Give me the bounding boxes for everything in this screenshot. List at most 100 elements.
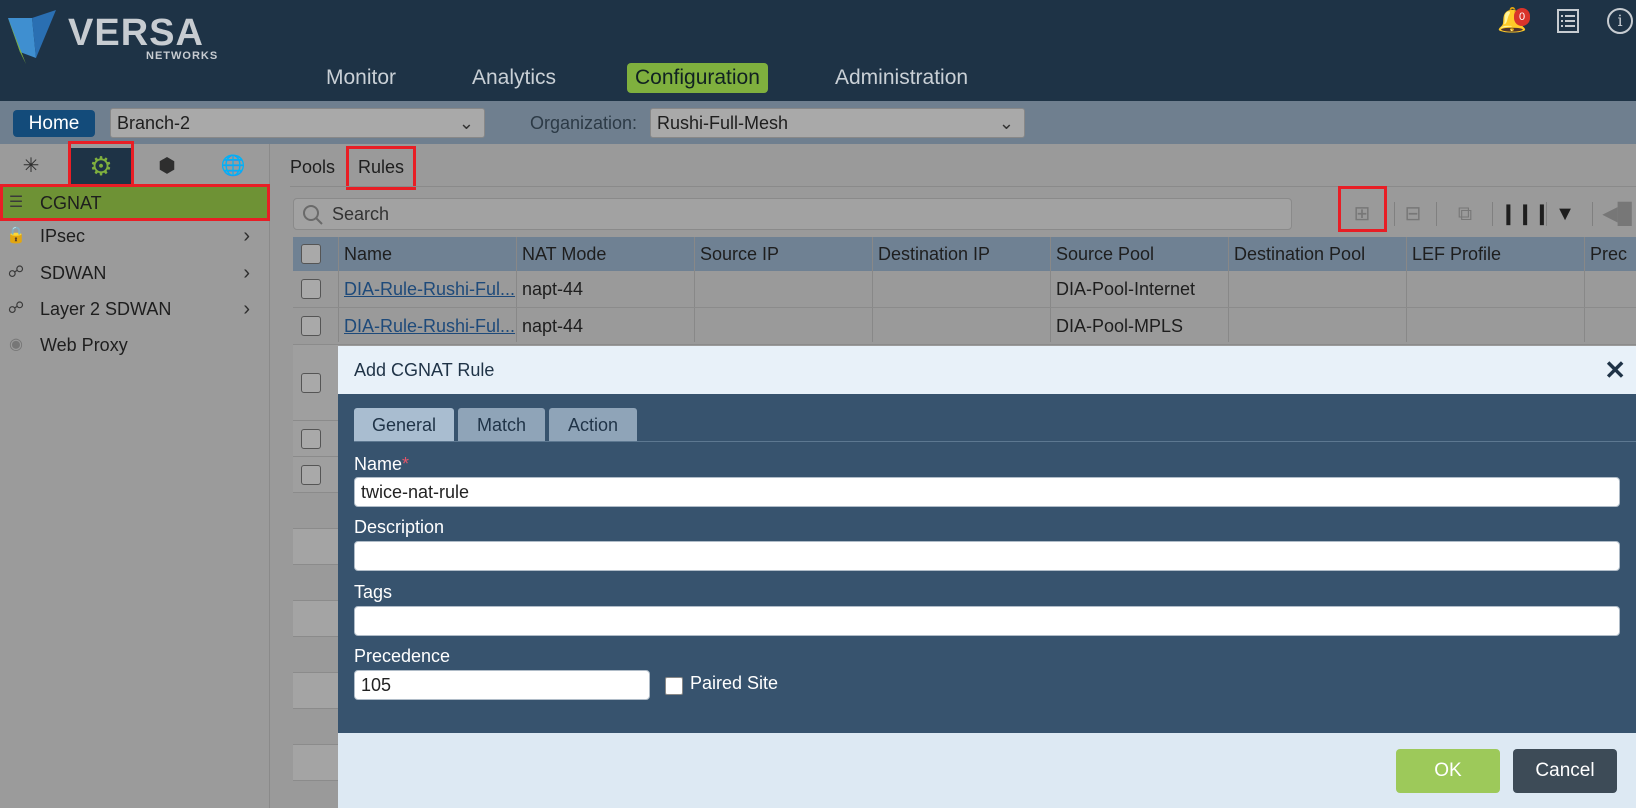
export-button[interactable]: ◀█ xyxy=(1598,198,1636,230)
rule-name-link[interactable]: DIA-Rule-Rushi-Ful... xyxy=(338,272,516,306)
nat-mode-cell: napt-44 xyxy=(522,279,584,299)
clone-button[interactable]: ⧉ xyxy=(1450,198,1480,230)
paired-site-checkbox[interactable] xyxy=(665,677,683,695)
chevron-right-icon: › xyxy=(243,262,250,284)
rule-name-text[interactable]: DIA-Rule-Rushi-Ful... xyxy=(344,279,515,299)
row-checkbox[interactable] xyxy=(301,465,321,485)
description-label: Description xyxy=(354,517,445,537)
tab-action[interactable]: Action xyxy=(549,408,637,442)
tab-divider xyxy=(290,186,1636,187)
ok-button[interactable]: OK xyxy=(1396,749,1500,793)
row-checkbox[interactable] xyxy=(301,316,321,336)
column-header-nat-mode[interactable]: NAT Mode xyxy=(516,237,694,271)
table-row[interactable] xyxy=(293,457,338,493)
versa-logo: VERSA NETWORKS xyxy=(6,8,217,64)
table-row[interactable] xyxy=(293,421,338,457)
sidebar-item-ipsec[interactable]: 🔒 IPsec › xyxy=(0,219,270,253)
organization-select[interactable]: Rushi-Full-Mesh ⌄ xyxy=(650,108,1025,138)
empty-row xyxy=(293,673,338,709)
plus-square-icon: ⊞ xyxy=(1353,203,1371,225)
source-pool-cell: DIA-Pool-MPLS xyxy=(1056,316,1184,336)
tab-match[interactable]: Match xyxy=(458,408,545,442)
tab-services[interactable]: ⚙ xyxy=(70,148,132,184)
nat-mode-cell: napt-44 xyxy=(522,316,584,336)
cancel-button[interactable]: Cancel xyxy=(1513,749,1617,793)
sidebar-item-web-proxy[interactable]: ◉ Web Proxy xyxy=(0,328,270,362)
empty-row xyxy=(293,529,338,565)
tab-general[interactable]: General xyxy=(354,408,454,442)
sdwan-icon: ☍ xyxy=(7,264,25,281)
tab-objects[interactable]: ⬢ xyxy=(136,148,198,184)
top-header: VERSA NETWORKS 🔔 0 i Monitor Analytics C… xyxy=(0,0,1636,101)
row-checkbox[interactable] xyxy=(301,373,321,393)
tab-underline xyxy=(354,441,1636,442)
chevron-right-icon: › xyxy=(243,225,250,247)
column-header-name[interactable]: Name xyxy=(338,237,516,271)
empty-row xyxy=(293,493,338,529)
home-button[interactable]: Home xyxy=(13,110,95,137)
info-button[interactable]: i xyxy=(1604,6,1636,36)
columns-button[interactable]: ❙❙❙ xyxy=(1500,198,1550,230)
column-header-lef-profile[interactable]: LEF Profile xyxy=(1406,237,1584,271)
tags-field[interactable] xyxy=(354,606,1620,636)
paired-site-label: Paired Site xyxy=(690,673,779,693)
rule-name-text[interactable]: DIA-Rule-Rushi-Ful... xyxy=(344,316,515,336)
toolbar-separator xyxy=(1592,202,1593,226)
sidebar-item-label: CGNAT xyxy=(40,193,102,213)
logo-wordmark: VERSA xyxy=(68,12,204,54)
empty-row xyxy=(293,601,338,637)
rule-name-link[interactable]: DIA-Rule-Rushi-Ful... xyxy=(338,309,516,343)
row-checkbox[interactable] xyxy=(301,429,321,449)
column-header-destination-pool[interactable]: Destination Pool xyxy=(1228,237,1406,271)
copy-icon: ⧉ xyxy=(1457,203,1473,225)
row-checkbox[interactable] xyxy=(301,279,321,299)
empty-row xyxy=(293,565,338,601)
tasks-button[interactable] xyxy=(1552,6,1584,36)
dialog-footer: OK Cancel xyxy=(338,733,1636,808)
cube-icon: ⬢ xyxy=(158,155,176,177)
delete-rule-button[interactable]: ⊟ xyxy=(1398,198,1428,230)
column-header-source-pool[interactable]: Source Pool xyxy=(1050,237,1228,271)
empty-row xyxy=(293,637,338,673)
nav-administration[interactable]: Administration xyxy=(827,63,976,93)
tab-pools[interactable]: Pools xyxy=(290,150,335,184)
precedence-field[interactable]: 105 xyxy=(354,670,650,700)
add-cgnat-rule-dialog: Add CGNAT Rule ✕ General Match Action Na… xyxy=(338,346,1636,808)
name-label-text: Name xyxy=(354,454,403,474)
organization-label: Organization: xyxy=(530,113,638,133)
dialog-header: Add CGNAT Rule ✕ xyxy=(338,346,1636,394)
close-icon[interactable]: ✕ xyxy=(1604,346,1626,394)
nav-monitor[interactable]: Monitor xyxy=(318,63,404,93)
select-all-checkbox[interactable] xyxy=(301,244,321,264)
nav-configuration[interactable]: Configuration xyxy=(627,63,768,93)
sidebar-item-cgnat[interactable]: ☰ CGNAT xyxy=(0,186,270,220)
toolbar-separator xyxy=(1492,202,1493,226)
filter-button[interactable]: ▼ xyxy=(1550,198,1580,230)
tab-others[interactable]: 🌐 xyxy=(202,148,264,184)
device-select[interactable]: Branch-2 ⌄ xyxy=(110,108,485,138)
sidebar-item-label: IPsec xyxy=(40,226,86,246)
minus-square-icon: ⊟ xyxy=(1404,203,1422,225)
globe-gear-icon: 🌐 xyxy=(220,155,246,177)
description-field[interactable] xyxy=(354,541,1620,571)
search-input[interactable]: Search xyxy=(293,198,1292,230)
notifications-button[interactable]: 🔔 0 xyxy=(1496,6,1530,36)
add-rule-button[interactable]: ⊞ xyxy=(1347,198,1377,230)
tab-rules[interactable]: Rules xyxy=(358,150,404,184)
cgnat-icon: ☰ xyxy=(8,194,24,211)
tab-network-topology[interactable]: ✳ xyxy=(0,148,62,184)
table-row[interactable] xyxy=(293,345,338,421)
column-header-precedence[interactable]: Prec xyxy=(1584,237,1636,271)
export-icon: ◀█ xyxy=(1602,203,1632,225)
network-icon: ✳ xyxy=(22,155,40,177)
chevron-down-icon: ⌄ xyxy=(458,113,474,133)
nav-analytics[interactable]: Analytics xyxy=(464,63,564,93)
sidebar-item-sdwan[interactable]: ☍ SDWAN › xyxy=(0,256,270,290)
column-header-destination-ip[interactable]: Destination IP xyxy=(872,237,1050,271)
table-row[interactable]: DIA-Rule-Rushi-Ful... napt-44 DIA-Pool-I… xyxy=(293,271,1636,308)
column-header-source-ip[interactable]: Source IP xyxy=(694,237,872,271)
sidebar-item-layer2-sdwan[interactable]: ☍ Layer 2 SDWAN › xyxy=(0,292,270,326)
name-field[interactable]: twice-nat-rule xyxy=(354,477,1620,507)
columns-icon: ❙❙❙ xyxy=(1500,203,1551,225)
table-row[interactable]: DIA-Rule-Rushi-Ful... napt-44 DIA-Pool-M… xyxy=(293,308,1636,345)
